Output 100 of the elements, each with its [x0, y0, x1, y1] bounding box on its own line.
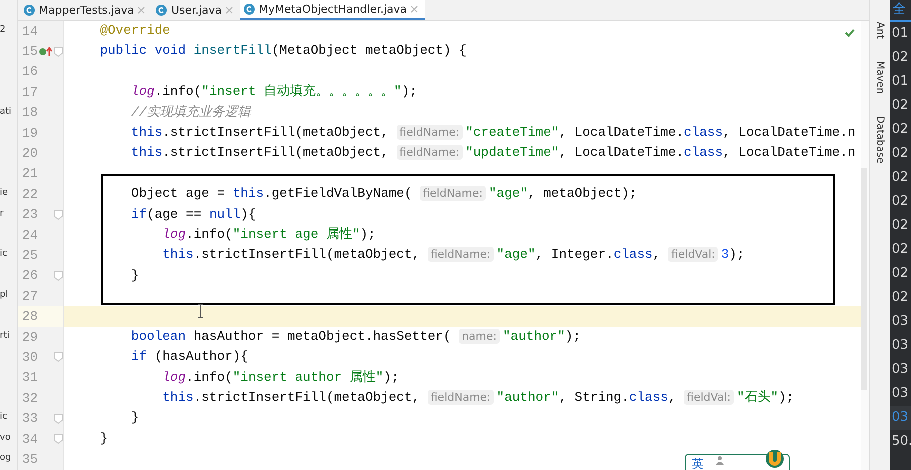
list-item[interactable]: 02	[890, 238, 911, 262]
editor-tab[interactable]: User.java	[152, 0, 240, 20]
code-text: , LocalDateTime.n	[723, 145, 856, 160]
field-name: log	[162, 226, 186, 242]
line-number: 25	[21, 248, 38, 263]
list-item[interactable]: 03	[890, 382, 911, 406]
keyword: class	[629, 390, 668, 406]
class-icon	[24, 4, 35, 16]
close-icon[interactable]	[411, 6, 418, 12]
project-item-text: r	[0, 208, 4, 219]
line-number: 27	[21, 288, 38, 304]
code-text: );	[565, 328, 582, 344]
fold-icon[interactable]	[54, 352, 63, 362]
code-text: .info(	[186, 370, 233, 385]
keyword: this	[162, 247, 194, 262]
list-item[interactable]: 02	[890, 142, 911, 166]
parameter-hint: fieldVal:	[668, 247, 718, 262]
list-item[interactable]: 02	[890, 190, 911, 214]
project-item-text: ic	[0, 249, 8, 260]
keyword: public void	[99, 43, 188, 58]
parameter-hint: name:	[459, 328, 500, 344]
editor-tab[interactable]: MyMetaObjectHandler.java	[240, 0, 426, 20]
code-text: .info(	[154, 84, 202, 100]
field-name: log	[162, 370, 186, 385]
text-cursor-icon	[197, 304, 204, 318]
close-icon[interactable]	[226, 6, 234, 14]
list-item[interactable]: 01	[890, 70, 911, 94]
tool-window-button[interactable]: Ant	[874, 22, 886, 40]
list-item[interactable]: 03	[890, 334, 911, 358]
list-item[interactable]: 02	[890, 166, 911, 190]
list-item[interactable]: 02	[890, 286, 911, 310]
code-text: (MetaObject metaObject) {	[272, 43, 467, 58]
line-number: 15	[21, 44, 38, 60]
line-number: 16	[21, 64, 38, 80]
keyword: if	[130, 206, 148, 222]
parameter-hint: fieldVal:	[684, 390, 734, 406]
string-literal: "石头"	[736, 390, 779, 406]
parameter-hint: fieldName:	[420, 186, 486, 202]
line-number: 35	[21, 452, 38, 467]
project-item-text: rti	[0, 330, 10, 341]
code-text: , LocalDateTime.	[559, 124, 684, 140]
number-literal: 3	[721, 247, 730, 262]
fold-icon[interactable]	[54, 434, 63, 444]
code-text: (age ==	[147, 206, 203, 222]
code-text: );	[384, 370, 400, 385]
fold-icon[interactable]	[54, 414, 63, 424]
override-icon[interactable]	[39, 46, 53, 57]
scrollbar-thumb[interactable]	[861, 168, 867, 390]
project-item-text: 2	[0, 25, 6, 35]
list-item[interactable]: 02	[890, 262, 911, 286]
code-text: );	[360, 226, 376, 242]
fold-icon[interactable]	[54, 270, 63, 281]
code-text: hasAuthor = metaObject.hasSetter(	[194, 328, 452, 344]
parameter-hint: fieldName:	[428, 390, 494, 406]
code-text: );	[729, 247, 745, 262]
line-number: 32	[21, 390, 38, 406]
fold-icon[interactable]	[54, 210, 63, 220]
code-text: .strictInsertFill(metaObject,	[194, 247, 422, 262]
list-item[interactable]: 01	[890, 22, 911, 46]
code-text: }	[130, 268, 140, 283]
line-number: 34	[21, 432, 38, 446]
list-item[interactable]: 02	[890, 94, 911, 118]
line-number: 24	[21, 228, 38, 243]
list-item[interactable]: 03	[890, 358, 911, 382]
code-text: .strictInsertFill(metaObject,	[162, 145, 390, 160]
editor-tab[interactable]: MapperTests.java	[20, 0, 152, 20]
keyword: class	[684, 145, 724, 160]
keyword: class	[614, 247, 653, 262]
method-name: insertFill	[194, 43, 272, 58]
person-icon	[716, 456, 724, 465]
tool-window-button[interactable]: Maven	[874, 61, 886, 94]
comment: //实现填充业务逻辑	[130, 104, 252, 120]
fold-icon[interactable]	[54, 46, 63, 57]
string-literal: "insert age 属性"	[232, 226, 360, 242]
keyword: this	[162, 390, 194, 406]
project-item-text: vo	[0, 432, 11, 443]
parameter-hint: fieldName:	[396, 124, 463, 140]
list-item[interactable]: 50.	[890, 430, 911, 454]
string-literal: "age"	[496, 247, 536, 262]
tool-window-button[interactable]: Database	[874, 116, 886, 164]
code-text: ){	[240, 206, 256, 222]
list-item[interactable]: 02	[890, 214, 911, 238]
list-item[interactable]: 03	[890, 310, 911, 334]
code-text: , String.	[559, 390, 630, 406]
list-item[interactable]: 02	[890, 46, 911, 70]
line-number: 22	[21, 186, 38, 202]
code-text: .info(	[186, 226, 233, 242]
line-number: 31	[21, 370, 38, 386]
code-text: , metaObject);	[528, 186, 638, 202]
code-text: ,	[652, 247, 662, 262]
class-icon	[156, 4, 168, 16]
project-item-text: ati	[0, 106, 12, 117]
code-text: , Integer.	[536, 247, 614, 262]
line-number: 18	[21, 105, 38, 120]
project-item-text: og	[0, 453, 12, 464]
list-item[interactable]: 02	[890, 118, 911, 142]
line-number: 29	[21, 330, 38, 345]
line-number: 14	[21, 24, 38, 39]
keyword: this	[130, 124, 163, 140]
close-icon[interactable]	[138, 6, 146, 14]
